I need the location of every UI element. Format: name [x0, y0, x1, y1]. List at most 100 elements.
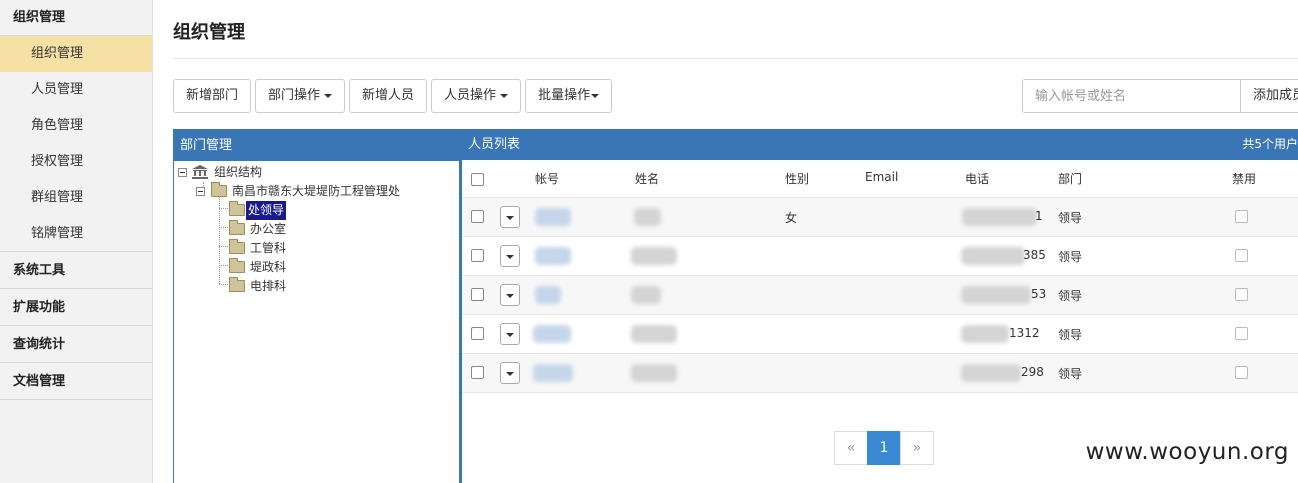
table-row[interactable]: 女 1 领导: [462, 198, 1298, 237]
sidebar-group-extensions[interactable]: 扩展功能: [0, 289, 152, 326]
department-ops-label: 部门操作: [268, 88, 321, 103]
account-redacted: [535, 286, 561, 304]
phone-tail: 1: [1035, 209, 1043, 223]
tree-label-root: 组织结构: [214, 165, 263, 179]
sidebar: 组织管理 组织管理 人员管理 角色管理 授权管理 群组管理 铭牌管理 系统工具 …: [0, 0, 153, 483]
column-gender[interactable]: 性别: [785, 170, 809, 187]
disabled-checkbox[interactable]: [1235, 366, 1248, 379]
tree-node-dike-admin[interactable]: 堤政科: [174, 258, 459, 277]
phone-tail: 298: [1021, 365, 1044, 379]
tree-label-dike-admin: 堤政科: [250, 260, 287, 274]
page-1-button[interactable]: 1: [867, 431, 901, 465]
collapse-icon[interactable]: [196, 187, 205, 196]
column-name[interactable]: 姓名: [635, 170, 659, 187]
row-checkbox[interactable]: [471, 210, 484, 223]
row-actions-dropdown[interactable]: [500, 284, 520, 306]
row-checkbox[interactable]: [471, 288, 484, 301]
caret-down-icon: [324, 93, 333, 98]
sidebar-item-nameplate-management[interactable]: 铭牌管理: [0, 216, 152, 252]
folder-icon: [229, 220, 245, 235]
name-redacted: [631, 325, 677, 343]
name-redacted: [634, 208, 661, 226]
disabled-checkbox[interactable]: [1235, 327, 1248, 340]
table-row[interactable]: 53 领导: [462, 276, 1298, 315]
tree-label-leaders: 处领导: [246, 201, 287, 220]
phone-redacted: [961, 247, 1025, 265]
people-panel-header: 人员列表 共5个用户: [462, 129, 1298, 160]
select-all-checkbox[interactable]: [471, 173, 484, 186]
sidebar-item-auth-management[interactable]: 授权管理: [0, 144, 152, 180]
tree-node-leaders[interactable]: 处领导: [174, 201, 459, 220]
add-member-button[interactable]: 添加成员: [1241, 79, 1298, 113]
row-actions-dropdown[interactable]: [500, 245, 520, 267]
sidebar-item-org-management[interactable]: 组织管理: [0, 36, 152, 72]
row-actions-dropdown[interactable]: [500, 362, 520, 384]
page-prev-button[interactable]: «: [834, 431, 868, 465]
pagination: « 1 »: [834, 431, 934, 465]
row-checkbox[interactable]: [471, 366, 484, 379]
disabled-checkbox[interactable]: [1235, 288, 1248, 301]
department-cell: 领导: [1058, 250, 1083, 264]
table-row[interactable]: 1312 领导: [462, 315, 1298, 354]
add-person-button[interactable]: 新增人员: [349, 79, 428, 113]
table-row[interactable]: 298 领导: [462, 354, 1298, 393]
tree-label-org: 南昌市赣东大堤堤防工程管理处: [232, 184, 401, 198]
add-department-label: 新增部门: [186, 88, 239, 103]
sidebar-group-system-tools[interactable]: 系统工具: [0, 252, 152, 289]
person-ops-label: 人员操作: [444, 88, 497, 103]
tree-node-drainage[interactable]: 电排科: [174, 277, 459, 296]
tree-node-engineering[interactable]: 工管科: [174, 239, 459, 258]
column-phone[interactable]: 电话: [965, 170, 989, 187]
phone-tail: 385: [1023, 248, 1046, 262]
folder-icon: [229, 201, 245, 216]
phone-redacted: [961, 325, 1009, 343]
column-department[interactable]: 部门: [1058, 170, 1082, 187]
disabled-checkbox[interactable]: [1235, 249, 1248, 262]
column-email[interactable]: Email: [865, 170, 898, 184]
disabled-checkbox[interactable]: [1235, 210, 1248, 223]
batch-ops-label: 批量操作: [538, 88, 591, 103]
department-cell: 领导: [1058, 367, 1083, 381]
caret-down-icon: [500, 93, 509, 98]
column-disabled[interactable]: 禁用: [1232, 170, 1256, 187]
sidebar-group-query-stats[interactable]: 查询统计: [0, 326, 152, 363]
row-checkbox[interactable]: [471, 249, 484, 262]
table-row[interactable]: 385 领导: [462, 237, 1298, 276]
account-redacted: [535, 247, 571, 265]
person-ops-dropdown[interactable]: 人员操作: [431, 79, 522, 113]
tree-node-org[interactable]: 南昌市赣东大堤堤防工程管理处: [174, 182, 459, 201]
add-department-button[interactable]: 新增部门: [173, 79, 252, 113]
account-redacted: [533, 364, 573, 382]
folder-icon: [229, 258, 245, 273]
sidebar-item-people-management[interactable]: 人员管理: [0, 72, 152, 108]
page-next-button[interactable]: »: [900, 431, 934, 465]
department-panel: 部门管理 组织结构 南昌市赣东大堤堤防工程管理处 处领导 办公室 工管科 堤政科…: [173, 129, 460, 483]
row-checkbox[interactable]: [471, 327, 484, 340]
department-ops-dropdown[interactable]: 部门操作: [255, 79, 346, 113]
row-actions-dropdown[interactable]: [500, 323, 520, 345]
phone-redacted: [961, 286, 1031, 304]
member-search-group: 添加成员: [1022, 79, 1298, 113]
people-panel-title: 人员列表: [468, 137, 521, 152]
user-count: 共5个用户: [1242, 137, 1298, 151]
add-person-label: 新增人员: [362, 88, 415, 103]
account-redacted: [535, 208, 571, 226]
folder-icon: [211, 182, 227, 197]
sidebar-group-documents[interactable]: 文档管理: [0, 363, 152, 400]
row-actions-dropdown[interactable]: [500, 206, 520, 228]
sidebar-group-org[interactable]: 组织管理: [0, 0, 152, 36]
sidebar-item-role-management[interactable]: 角色管理: [0, 108, 152, 144]
collapse-icon[interactable]: [178, 168, 187, 177]
building-icon: [192, 165, 208, 179]
folder-icon: [229, 277, 245, 292]
column-account[interactable]: 帐号: [535, 170, 559, 187]
tree-node-office[interactable]: 办公室: [174, 220, 459, 239]
batch-ops-dropdown[interactable]: 批量操作: [525, 79, 613, 113]
account-redacted: [533, 325, 571, 343]
tree-node-root[interactable]: 组织结构: [174, 163, 459, 182]
sidebar-item-group-management[interactable]: 群组管理: [0, 180, 152, 216]
tree-label-office: 办公室: [250, 222, 287, 236]
phone-tail: 53: [1031, 287, 1047, 301]
gender-cell: 女: [785, 211, 798, 225]
member-search-input[interactable]: [1022, 79, 1241, 113]
